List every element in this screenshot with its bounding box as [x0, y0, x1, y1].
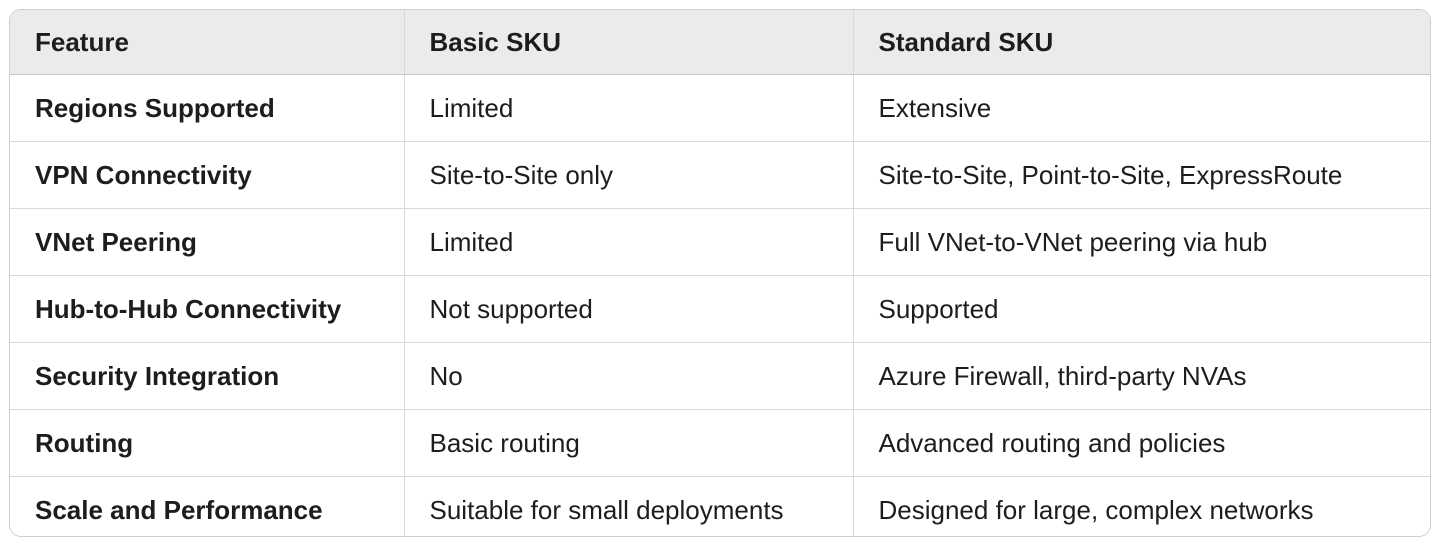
standard-sku-cell: Azure Firewall, third-party NVAs: [853, 342, 1430, 410]
feature-cell: Routing: [10, 409, 405, 477]
feature-cell: VNet Peering: [10, 208, 405, 276]
basic-sku-cell: Not supported: [404, 275, 854, 343]
feature-cell: Security Integration: [10, 342, 405, 410]
standard-sku-cell: Designed for large, complex networks: [878, 494, 1314, 525]
table-row: Scale and Performance Suitable for small…: [10, 476, 1430, 536]
table-row: VNet Peering Limited Full VNet-to-VNet p…: [10, 208, 1430, 276]
feature-cell: Hub-to-Hub Connectivity: [10, 275, 405, 343]
standard-sku-cell: Supported: [853, 275, 1430, 343]
header-basic-sku: Basic SKU: [404, 10, 854, 75]
comparison-table-container: Feature Basic SKU Standard SKU Regions S…: [9, 9, 1431, 537]
header-row: Feature Basic SKU Standard SKU: [10, 10, 1430, 75]
table-row: Routing Basic routing Advanced routing a…: [10, 409, 1430, 477]
basic-sku-cell: Suitable for small deployments: [404, 476, 854, 536]
basic-sku-cell: Limited: [404, 208, 854, 276]
feature-cell: Scale and Performance: [10, 476, 405, 536]
feature-cell: Regions Supported: [10, 74, 405, 142]
basic-sku-cell: Limited: [404, 74, 854, 142]
table-row: VPN Connectivity Site-to-Site only Site-…: [10, 141, 1430, 209]
basic-sku-cell: Basic routing: [404, 409, 854, 477]
table-row: Hub-to-Hub Connectivity Not supported Su…: [10, 275, 1430, 343]
table-header: Feature Basic SKU Standard SKU: [10, 10, 1430, 75]
feature-cell: VPN Connectivity: [10, 141, 405, 209]
table-row: Regions Supported Limited Extensive: [10, 74, 1430, 142]
standard-sku-cell: Full VNet-to-VNet peering via hub: [853, 208, 1430, 276]
header-standard-sku: Standard SKU: [853, 10, 1430, 75]
table-body: Regions Supported Limited Extensive VPN …: [10, 74, 1430, 536]
basic-sku-cell: Site-to-Site only: [404, 141, 854, 209]
table-row: Security Integration No Azure Firewall, …: [10, 342, 1430, 410]
sku-comparison-table: Feature Basic SKU Standard SKU Regions S…: [10, 10, 1430, 536]
standard-sku-cell: Site-to-Site, Point-to-Site, ExpressRout…: [853, 141, 1430, 209]
standard-sku-cell: Advanced routing and policies: [853, 409, 1430, 477]
standard-sku-cell: Extensive: [853, 74, 1430, 142]
header-feature: Feature: [10, 10, 405, 75]
basic-sku-cell: No: [404, 342, 854, 410]
